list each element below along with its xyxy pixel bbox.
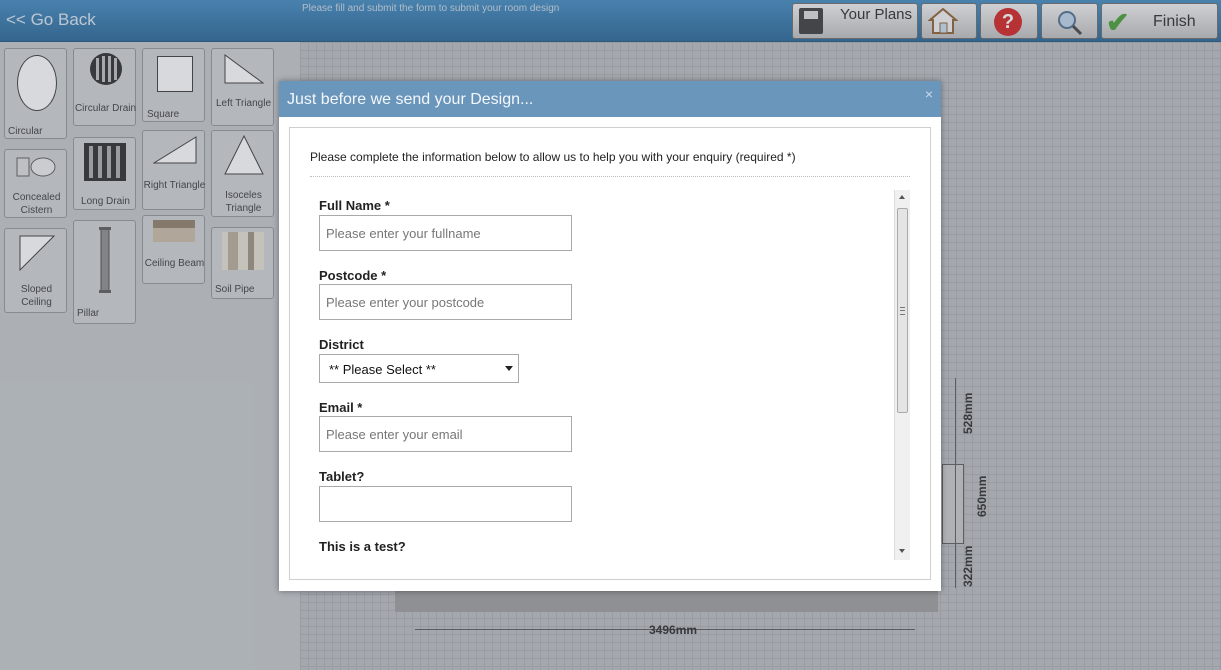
fullname-input[interactable] [319,215,572,251]
test-question-label: This is a test? [319,539,406,554]
scrollbar-thumb[interactable] [897,208,908,413]
postcode-input[interactable] [319,284,572,320]
dialog-body: Please complete the information below to… [289,127,931,580]
submit-design-dialog: Just before we send your Design... × Ple… [279,81,941,591]
form-scroll-area[interactable]: Full Name * Postcode * District ** Pleas… [310,190,910,560]
chevron-down-icon [505,366,513,371]
close-icon[interactable]: × [925,86,933,102]
tablet-label: Tablet? [319,469,365,484]
district-label: District [319,337,364,352]
dialog-header: Just before we send your Design... × [279,81,941,117]
postcode-label: Postcode * [319,268,387,283]
form-intro: Please complete the information below to… [310,150,796,164]
dialog-title: Just before we send your Design... [287,91,534,108]
district-select-value: ** Please Select ** [329,362,436,377]
fullname-label: Full Name * [319,198,390,213]
district-select[interactable]: ** Please Select ** [319,354,519,383]
email-input[interactable] [319,416,572,452]
email-label: Email * [319,400,363,415]
grip-icon [900,307,905,315]
form-scrollbar[interactable] [894,190,910,560]
tablet-input[interactable] [319,486,572,522]
divider [310,176,910,177]
scroll-down-icon[interactable] [899,549,905,553]
scroll-up-icon[interactable] [899,195,905,199]
